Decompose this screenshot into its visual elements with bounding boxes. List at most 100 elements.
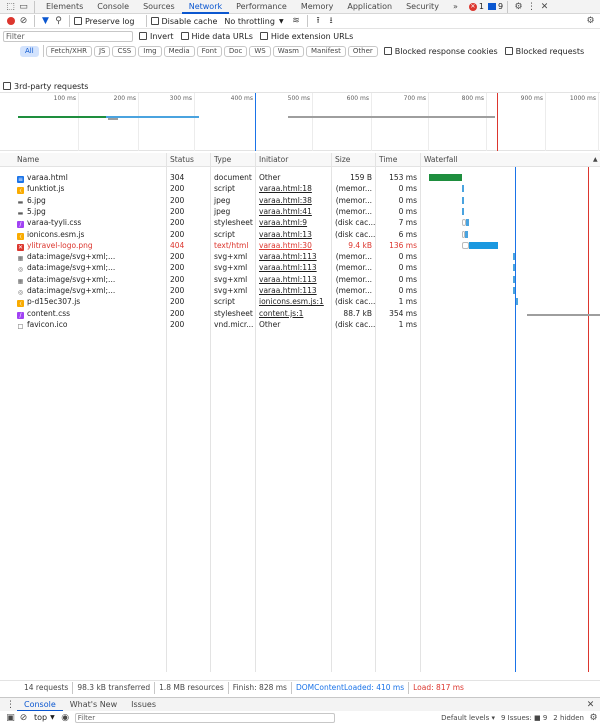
drawer-tab-whats-new[interactable]: What's New bbox=[63, 698, 124, 712]
cell-initiator-link[interactable]: varaa.html:113 bbox=[256, 262, 331, 273]
table-row[interactable]: □ favicon.ico 200 vnd.micr... Other (disk cac… bbox=[0, 319, 600, 330]
type-chip-img[interactable]: Img bbox=[138, 45, 162, 57]
clear-icon[interactable]: ⊘ bbox=[17, 15, 30, 28]
cell-initiator-link[interactable]: varaa.html:41 bbox=[256, 206, 331, 217]
checkbox[interactable] bbox=[3, 82, 11, 90]
table-row[interactable]: / content.css 200 stylesheet content.js:1 88.… bbox=[0, 308, 600, 319]
column-time[interactable]: Time bbox=[376, 153, 420, 166]
log-levels-select[interactable]: Default levels ▾ bbox=[441, 714, 495, 722]
table-row[interactable]: ◎ data:image/svg+xml;... 200 svg+xml varaa.h… bbox=[0, 285, 600, 296]
type-chip-js[interactable]: JS bbox=[93, 45, 111, 57]
console-clear-icon[interactable]: ⊘ bbox=[17, 711, 30, 724]
blocked-requests-checkbox[interactable]: Blocked requests bbox=[504, 47, 584, 56]
device-toolbar-icon[interactable]: ▭ bbox=[17, 0, 30, 13]
column-initiator[interactable]: Initiator bbox=[256, 153, 331, 166]
issues-counter[interactable]: 9 Issues: ■ 9 bbox=[501, 714, 547, 722]
drawer-tab-console[interactable]: Console bbox=[17, 698, 63, 712]
table-row[interactable]: ⧼ ionicons.esm.js 200 script varaa.html:13 (d… bbox=[0, 229, 600, 240]
hide-extension-urls-checkbox[interactable]: Hide extension URLs bbox=[259, 32, 353, 41]
type-chip-fetch[interactable]: Fetch/XHR bbox=[45, 45, 92, 57]
column-type[interactable]: Type bbox=[211, 153, 255, 166]
checkbox[interactable] bbox=[180, 32, 189, 40]
table-row[interactable]: ⧼ funktiot.js 200 script varaa.html:18 (memor… bbox=[0, 183, 600, 195]
more-options-icon[interactable]: ⋮ bbox=[525, 0, 538, 13]
import-har-icon[interactable]: ⭱ bbox=[312, 15, 325, 28]
cell-initiator-link[interactable]: ionicons.esm.js:1 bbox=[256, 296, 331, 307]
tab-security[interactable]: Security bbox=[399, 0, 446, 14]
drawer-tab-issues[interactable]: Issues bbox=[124, 698, 163, 712]
tab-application[interactable]: Application bbox=[340, 0, 399, 14]
type-chip-manifest[interactable]: Manifest bbox=[306, 45, 346, 57]
type-chip-all[interactable]: All bbox=[20, 45, 39, 57]
hide-data-urls-checkbox[interactable]: Hide data URLs bbox=[180, 32, 253, 41]
cell-initiator-link[interactable]: varaa.html:38 bbox=[256, 195, 331, 206]
tab-sources[interactable]: Sources bbox=[136, 0, 182, 14]
checkbox[interactable] bbox=[504, 47, 513, 55]
throttling-select[interactable]: No throttling ▼ bbox=[224, 17, 283, 26]
type-chip-ws[interactable]: WS bbox=[249, 45, 271, 57]
checkbox[interactable] bbox=[139, 32, 147, 40]
cell-initiator-link[interactable]: varaa.html:18 bbox=[256, 183, 331, 194]
table-row[interactable]: ◎ data:image/svg+xml;... 200 svg+xml varaa.h… bbox=[0, 262, 600, 273]
type-chip-css[interactable]: CSS bbox=[112, 45, 137, 57]
error-count-badge[interactable]: ✕ 1 9 bbox=[468, 2, 503, 11]
cell-initiator-link[interactable]: varaa.html:113 bbox=[256, 251, 331, 262]
column-size[interactable]: Size bbox=[332, 153, 376, 166]
table-row[interactable]: ▦ data:image/svg+xml;... 200 svg+xml varaa.h… bbox=[0, 251, 600, 262]
disable-cache-checkbox[interactable]: Disable cache bbox=[150, 17, 217, 26]
close-devtools-icon[interactable]: ✕ bbox=[538, 0, 551, 13]
tab-console[interactable]: Console bbox=[90, 0, 136, 14]
cell-initiator-link[interactable]: varaa.html:9 bbox=[256, 217, 331, 228]
tab-memory[interactable]: Memory bbox=[294, 0, 341, 14]
inspect-element-icon[interactable]: ⬚ bbox=[4, 0, 17, 13]
more-tabs-button[interactable]: » bbox=[446, 0, 465, 14]
network-settings-icon[interactable]: ⚙ bbox=[584, 15, 597, 28]
column-waterfall[interactable]: Waterfall bbox=[421, 153, 591, 166]
preserve-log-checkbox[interactable]: Preserve log bbox=[74, 17, 135, 26]
invert-checkbox[interactable]: Invert bbox=[139, 32, 174, 41]
type-chip-wasm[interactable]: Wasm bbox=[272, 45, 304, 57]
table-row[interactable]: ⧼ p-d15ec307.js 200 script ionicons.esm.js:1… bbox=[0, 296, 600, 308]
checkbox[interactable] bbox=[74, 17, 82, 25]
type-chip-doc[interactable]: Doc bbox=[223, 45, 248, 57]
checkbox[interactable] bbox=[383, 47, 392, 55]
tab-elements[interactable]: Elements bbox=[39, 0, 90, 14]
context-select[interactable]: top ▼ bbox=[34, 713, 55, 722]
settings-gear-icon[interactable]: ⚙ bbox=[512, 0, 525, 13]
tab-performance[interactable]: Performance bbox=[229, 0, 294, 14]
tab-network[interactable]: Network bbox=[181, 0, 230, 14]
third-party-checkbox[interactable]: 3rd-party requests bbox=[3, 82, 88, 91]
type-chip-font[interactable]: Font bbox=[196, 45, 222, 57]
type-chip-media[interactable]: Media bbox=[163, 45, 195, 57]
filter-icon[interactable]: ▼ bbox=[39, 15, 52, 28]
blocked-cookies-checkbox[interactable]: Blocked response cookies bbox=[383, 47, 498, 56]
checkbox[interactable] bbox=[150, 17, 159, 25]
table-row[interactable]: ▬ 5.jpg 200 jpeg varaa.html:41 (memor... 0 ms bbox=[0, 206, 600, 217]
network-conditions-icon[interactable]: ≋ bbox=[290, 15, 303, 28]
live-expression-icon[interactable]: ◉ bbox=[59, 711, 72, 724]
cell-initiator-link[interactable]: varaa.html:13 bbox=[256, 229, 331, 240]
filter-input[interactable]: Filter bbox=[3, 30, 133, 42]
column-status[interactable]: Status bbox=[167, 153, 207, 166]
cell-initiator-link[interactable]: content.js:1 bbox=[256, 308, 331, 319]
table-row[interactable]: ▬ 6.jpg 200 jpeg varaa.html:38 (memor... 0 ms bbox=[0, 195, 600, 206]
export-har-icon[interactable]: ⭳ bbox=[325, 15, 338, 28]
record-icon[interactable] bbox=[4, 15, 17, 28]
close-drawer-icon[interactable]: ✕ bbox=[584, 698, 597, 711]
search-icon[interactable]: ⚲ bbox=[52, 15, 65, 28]
cell-initiator-link[interactable]: varaa.html:113 bbox=[256, 274, 331, 285]
console-filter-input[interactable]: Filter bbox=[74, 712, 335, 723]
type-chip-other[interactable]: Other bbox=[347, 45, 378, 57]
column-name[interactable]: Name bbox=[14, 153, 164, 166]
network-overview[interactable]: 100 ms 200 ms 300 ms 400 ms 500 ms 600 ms 700 … bbox=[0, 93, 600, 151]
table-row[interactable]: ✕ ylitravel-logo.png 404 text/html varaa.htm… bbox=[0, 240, 600, 251]
console-settings-icon[interactable]: ⚙ bbox=[587, 711, 600, 724]
table-row[interactable]: ≡ varaa.html 304 document Other 159 B 153 ms bbox=[0, 172, 600, 183]
console-sidebar-icon[interactable]: ▣ bbox=[4, 711, 17, 724]
table-row[interactable]: ▦ data:image/svg+xml;... 200 svg+xml varaa.h… bbox=[0, 274, 600, 285]
table-row[interactable]: / varaa-tyyli.css 200 stylesheet varaa.html:… bbox=[0, 217, 600, 229]
cell-initiator-link[interactable]: varaa.html:113 bbox=[256, 285, 331, 296]
drawer-menu-icon[interactable]: ⋮ bbox=[4, 698, 17, 711]
checkbox[interactable] bbox=[259, 32, 268, 40]
cell-initiator-link[interactable]: varaa.html:30 bbox=[256, 240, 331, 251]
